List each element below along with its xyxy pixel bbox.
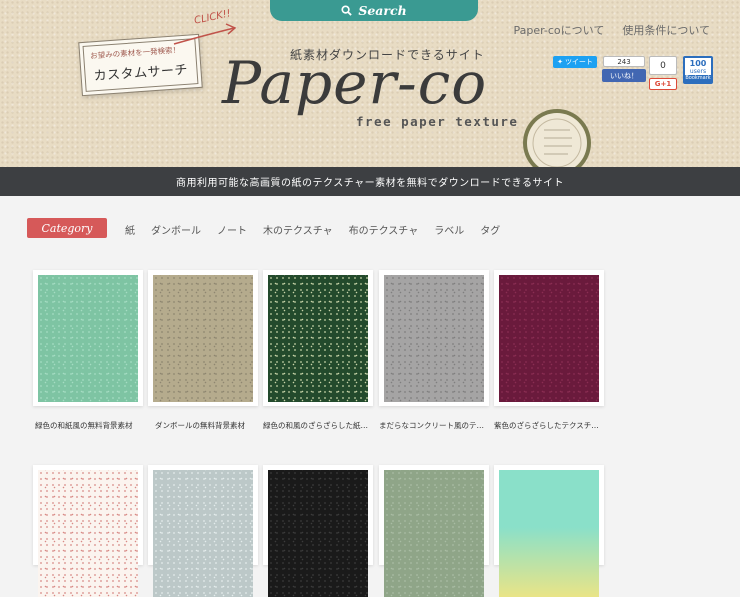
texture-thumbnail (38, 275, 138, 402)
search-button[interactable]: Search (270, 0, 478, 21)
hatena-label: Bookmark (685, 75, 711, 82)
texture-thumbnail (38, 470, 138, 597)
gplus-button[interactable]: G+1 (649, 78, 677, 90)
texture-card[interactable] (494, 270, 604, 406)
texture-card[interactable] (379, 465, 489, 597)
card-title[interactable]: まだらなコンクリート風のテ… (379, 420, 485, 431)
paper-badge-icon (523, 109, 591, 167)
site-tagline: free paper texture (356, 114, 519, 129)
search-icon (341, 5, 353, 16)
texture-thumbnail (384, 470, 484, 597)
texture-card[interactable] (263, 465, 373, 597)
hatena-bookmark-button[interactable]: 100 users Bookmark (683, 56, 713, 84)
texture-card[interactable] (148, 465, 258, 597)
texture-card[interactable] (33, 270, 143, 406)
card-title[interactable]: ダンボールの無料背景素材 (155, 420, 255, 431)
facebook-like-button[interactable]: いいね！ (602, 69, 646, 82)
terms-link[interactable]: 使用条件について (622, 22, 710, 38)
category-label: Category (27, 218, 107, 238)
site-header: Search Paper-coについて 使用条件について お望みの素材を一発検索… (0, 0, 740, 167)
category-fabric[interactable]: 布のテクスチャ (349, 222, 419, 237)
tweet-button[interactable]: ✦ ツイート (553, 56, 597, 68)
click-arrow-icon (173, 23, 237, 45)
about-link[interactable]: Paper-coについて (513, 22, 604, 38)
card-title[interactable]: 紫色のざらざらしたテクスチ… (494, 420, 600, 431)
twitter-icon: ✦ (557, 58, 563, 66)
texture-thumbnail (384, 275, 484, 402)
category-tag[interactable]: タグ (480, 222, 500, 237)
category-wood[interactable]: 木のテクスチャ (263, 222, 333, 237)
texture-thumbnail (153, 275, 253, 402)
custom-search-caption: お望みの素材を一発検索！ (89, 45, 181, 61)
tweet-label: ツイート (564, 58, 593, 66)
category-nav: 紙 ダンボール ノート 木のテクスチャ 布のテクスチャ ラベル タグ (125, 222, 500, 237)
gplus-count: 0 (649, 56, 677, 75)
category-notebook[interactable]: ノート (217, 222, 247, 237)
site-logo[interactable]: Paper-co (222, 49, 487, 117)
custom-search-title: カスタムサーチ (93, 62, 189, 85)
texture-card[interactable] (33, 465, 143, 597)
texture-thumbnail (268, 470, 368, 597)
texture-thumbnail (268, 275, 368, 402)
category-cardboard[interactable]: ダンボール (151, 222, 201, 237)
top-links: Paper-coについて 使用条件について (513, 22, 710, 38)
site-banner: 商用利用可能な高画質の紙のテクスチャー素材を無料でダウンロードできるサイト (0, 167, 740, 196)
texture-card[interactable] (148, 270, 258, 406)
facebook-count: 243 (603, 56, 645, 67)
texture-thumbnail (499, 275, 599, 402)
card-title[interactable]: 緑色の和風のざらざらした紙… (263, 420, 369, 431)
texture-card[interactable] (494, 465, 604, 597)
category-paper[interactable]: 紙 (125, 222, 135, 237)
facebook-like-label: いいね！ (610, 71, 638, 80)
texture-thumbnail (499, 470, 599, 597)
texture-card[interactable] (379, 270, 489, 406)
card-title[interactable]: 緑色の和紙風の無料背景素材 (35, 420, 147, 431)
search-label: Search (358, 3, 407, 18)
category-label-item[interactable]: ラベル (434, 222, 464, 237)
texture-thumbnail (153, 470, 253, 597)
texture-card[interactable] (263, 270, 373, 406)
